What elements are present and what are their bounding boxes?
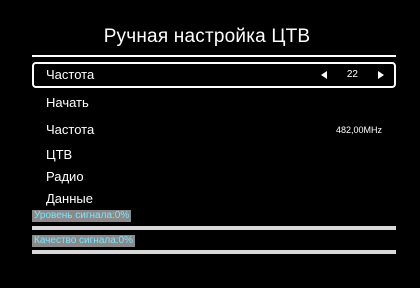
menu-item-label: Частота bbox=[46, 122, 95, 137]
signal-level-bar bbox=[32, 226, 396, 230]
signal-level-label: Уровень сигнала:0% bbox=[32, 210, 132, 222]
menu-item-channel[interactable]: Частота 22 bbox=[32, 62, 396, 88]
channel-value: 22 bbox=[346, 69, 358, 80]
frequency-value: 482,00MHz bbox=[335, 125, 382, 135]
menu-item-label: Данные bbox=[46, 191, 93, 206]
menu-item-label: Частота bbox=[46, 67, 95, 82]
menu-item-label: Начать bbox=[46, 95, 89, 110]
title-divider bbox=[32, 55, 396, 57]
menu-item-data[interactable]: Данные bbox=[32, 188, 396, 210]
menu-item-label: Радио bbox=[46, 169, 84, 184]
menu-item-label: ЦТВ bbox=[46, 147, 73, 162]
tv-screen: Ручная настройка ЦТВ Частота 22 Начать Ч… bbox=[0, 0, 420, 288]
triangle-right-icon[interactable] bbox=[378, 71, 384, 79]
menu-item-frequency[interactable]: Частота 482,00MHz bbox=[32, 119, 396, 141]
menu-item-dtv[interactable]: ЦТВ bbox=[32, 144, 396, 166]
menu-item-radio[interactable]: Радио bbox=[32, 166, 396, 188]
signal-quality-bar bbox=[32, 250, 396, 254]
page-title: Ручная настройка ЦТВ bbox=[103, 26, 311, 47]
signal-quality-label: Качество сигнала:0% bbox=[32, 235, 136, 247]
menu-item-start[interactable]: Начать bbox=[32, 92, 396, 114]
channel-stepper[interactable]: 22 bbox=[320, 64, 384, 86]
triangle-left-icon[interactable] bbox=[320, 71, 327, 79]
